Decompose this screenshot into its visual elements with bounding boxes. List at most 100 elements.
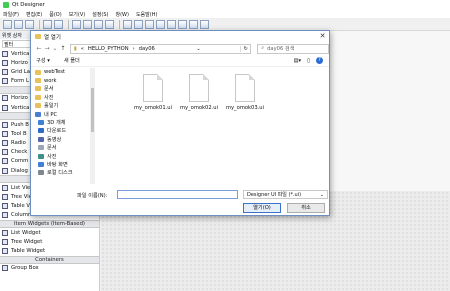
edit-widgets-icon[interactable]	[72, 19, 81, 29]
file-item[interactable]: my_omok01.ui	[129, 74, 177, 111]
help-icon[interactable]: ?	[316, 57, 323, 64]
nav-item-label: 동영상	[47, 136, 62, 143]
edit-buddies-icon[interactable]	[94, 19, 103, 29]
blue-icon	[38, 120, 44, 126]
nav-item-label: 사진	[44, 94, 54, 101]
close-icon[interactable]: ✕	[318, 32, 327, 41]
folder-icon	[35, 103, 41, 109]
push-button-icon	[2, 121, 8, 128]
blue-icon	[38, 161, 44, 167]
nav-item[interactable]: work	[35, 76, 90, 84]
nav-item[interactable]: 로컬 디스크	[35, 169, 90, 177]
menubar: 파일(F) 편집(E) 폼(O) 보기(V) 설정(S) 창(W) 도움말(H)	[0, 10, 450, 18]
nav-item[interactable]: 사진	[35, 152, 90, 160]
nav-item-label: 내 PC	[44, 111, 58, 118]
nav-item[interactable]: 동영상	[35, 135, 90, 143]
search-input[interactable]: ⌕ day06 검색	[257, 43, 329, 54]
widget-category-item-widgets[interactable]: Item Widgets (Item-Based)	[0, 220, 99, 228]
navigation-scrollbar[interactable]	[90, 68, 95, 184]
filename-input[interactable]	[117, 190, 238, 199]
menu-window[interactable]: 창(W)	[116, 11, 129, 18]
layout-splitter-h-icon[interactable]	[145, 19, 154, 29]
up-arrow-icon[interactable]: ↑	[59, 45, 67, 52]
breadcrumb-day06[interactable]: day06	[139, 46, 155, 52]
redo-icon[interactable]	[54, 19, 63, 29]
layout-splitter-v-icon[interactable]	[156, 19, 165, 29]
break-layout-icon[interactable]	[189, 19, 198, 29]
save-form-icon[interactable]	[25, 19, 34, 29]
nav-item[interactable]: 사진	[35, 93, 90, 101]
widget-item[interactable]: Tree Widget	[0, 237, 99, 246]
preview-pane-icon[interactable]: ▯	[307, 58, 310, 64]
breadcrumb-hello-python[interactable]: HELLO_PYTHON	[88, 46, 129, 52]
menu-edit[interactable]: 편집(E)	[26, 11, 42, 18]
folder-icon	[35, 34, 41, 39]
search-placeholder: day06 검색	[267, 46, 295, 52]
file-name: my_omok01.ui	[133, 105, 173, 111]
tool-button-icon	[2, 130, 8, 137]
nav-item[interactable]: webTest	[35, 68, 90, 76]
menu-file[interactable]: 파일(F)	[3, 11, 19, 18]
radio-button-icon	[2, 140, 8, 147]
file-item[interactable]: my_omok02.ui	[175, 74, 223, 111]
form-layout-icon	[2, 78, 8, 85]
scrollbar-thumb[interactable]	[91, 88, 94, 132]
menu-form[interactable]: 폼(O)	[49, 11, 61, 18]
new-folder-button[interactable]: 새 폴더	[64, 57, 80, 64]
edit-signals-icon[interactable]	[83, 19, 92, 29]
cancel-button[interactable]: 취소	[287, 203, 325, 213]
address-dropdown-icon[interactable]: ⌄	[196, 46, 200, 52]
filename-label: 파일 이름(N):	[77, 193, 108, 199]
nav-item[interactable]: 내 PC	[35, 110, 90, 118]
filetype-select[interactable]: Designer UI 파일 (*.ui) ⌄	[243, 190, 328, 199]
organize-button[interactable]: 구성 ▾	[36, 57, 50, 64]
nav-item[interactable]: 문서	[35, 85, 90, 93]
layout-vertical-icon[interactable]	[134, 19, 143, 29]
edit-tab-order-icon[interactable]	[105, 19, 114, 29]
nav-item[interactable]: 문서	[35, 144, 90, 152]
open-button[interactable]: 열기(O)	[243, 203, 281, 213]
file-name: my_omok02.ui	[179, 105, 219, 111]
widget-item[interactable]: Group Box	[0, 264, 99, 273]
menu-help[interactable]: 도움말(H)	[136, 11, 157, 18]
qt-designer-icon	[3, 2, 9, 8]
widget-item[interactable]: Table Widget	[0, 246, 99, 255]
open-form-icon[interactable]	[14, 19, 23, 29]
chevron-down-icon: ⌄	[319, 192, 324, 198]
dialog-title: 열 열기	[44, 34, 61, 41]
widget-item[interactable]: List Widget	[0, 228, 99, 237]
dialog-titlebar: 열 열기	[31, 31, 329, 42]
group-box-icon	[2, 265, 8, 272]
breadcrumb-separator: ›	[132, 45, 135, 52]
filetype-value: Designer UI 파일 (*.ui)	[247, 192, 302, 198]
refresh-icon[interactable]: ↻	[240, 45, 250, 52]
recent-chevron-down-icon[interactable]: ⌄	[51, 45, 59, 52]
nav-item[interactable]: 홀일기	[35, 102, 90, 110]
layout-horizontal-icon[interactable]	[123, 19, 132, 29]
undo-icon[interactable]	[43, 19, 52, 29]
nav-item[interactable]: 3D 개체	[35, 118, 90, 126]
tree-view-icon	[2, 194, 8, 201]
back-arrow-icon[interactable]: ←	[35, 45, 43, 52]
toolbar-separator	[68, 19, 69, 29]
forward-arrow-icon[interactable]: →	[43, 45, 51, 52]
view-mode-icon[interactable]: ▤▾	[294, 58, 302, 64]
nav-item-label: 3D 개체	[47, 120, 66, 127]
nav-item-label: 로컬 디스크	[47, 170, 73, 177]
toolbar-separator	[119, 19, 120, 29]
address-bar[interactable]: ▮ « HELLO_PYTHON › day06 ⌄ ↻	[69, 43, 252, 54]
menu-settings[interactable]: 설정(S)	[92, 11, 108, 18]
new-form-icon[interactable]	[3, 19, 12, 29]
ui-file-icon	[143, 74, 163, 102]
layout-grid-icon[interactable]	[167, 19, 176, 29]
nav-item[interactable]: 다운로드	[35, 127, 90, 135]
widget-category-containers[interactable]: Containers	[0, 255, 99, 264]
dialog-footer: 파일 이름(N): Designer UI 파일 (*.ui) ⌄ 열기(O) …	[31, 187, 329, 217]
adjust-size-icon[interactable]	[200, 19, 209, 29]
file-item[interactable]: my_omok03.ui	[221, 74, 269, 111]
layout-form-icon[interactable]	[178, 19, 187, 29]
menu-view[interactable]: 보기(V)	[69, 11, 86, 18]
command-link-icon	[2, 158, 8, 165]
nav-item-label: 바탕 화면	[47, 161, 68, 168]
nav-item[interactable]: 바탕 화면	[35, 160, 90, 168]
